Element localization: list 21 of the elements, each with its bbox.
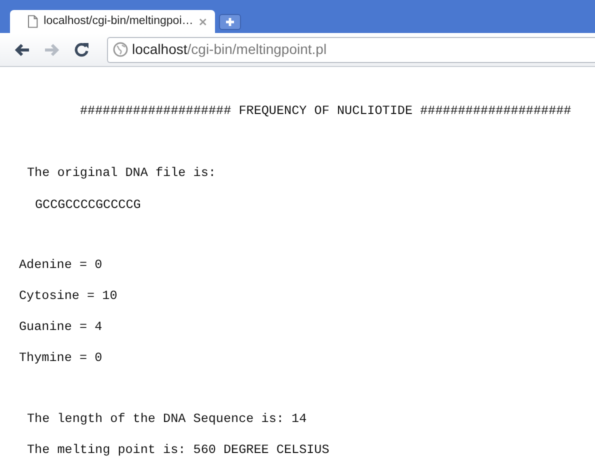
back-icon[interactable] — [14, 42, 30, 56]
new-tab-button[interactable] — [219, 14, 241, 30]
address-bar[interactable]: localhost/cgi-bin/meltingpoint.pl — [107, 36, 595, 62]
melting-point-text: The melting point is: 560 DEGREE CELSIUS — [27, 443, 330, 457]
nucleotide-count: Thymine = 0 — [19, 351, 102, 365]
globe-icon — [113, 42, 128, 57]
url-host: localhost — [132, 41, 188, 57]
url-path: /cgi-bin/meltingpoint.pl — [187, 41, 327, 57]
browser-tab[interactable]: localhost/cgi-bin/meltingpoi… — [10, 10, 215, 33]
dna-sequence: GCCGCCCCGCCCCG — [35, 198, 141, 212]
tab-title: localhost/cgi-bin/meltingpoi… — [44, 14, 194, 29]
nucleotide-count: Adenine = 0 — [19, 258, 102, 272]
intro-text: The original DNA file is: — [27, 166, 216, 180]
reload-icon[interactable] — [74, 42, 89, 57]
plus-icon — [225, 16, 235, 26]
nucleotide-count: Guanine = 4 — [19, 320, 102, 334]
page-icon — [28, 15, 38, 28]
close-icon[interactable] — [199, 18, 207, 26]
sequence-length-text: The length of the DNA Sequence is: 14 — [27, 412, 307, 426]
nucleotide-count: Cytosine = 10 — [19, 289, 118, 303]
page-heading: #################### FREQUENCY OF NUCLIOTIDE #################### — [80, 104, 572, 118]
